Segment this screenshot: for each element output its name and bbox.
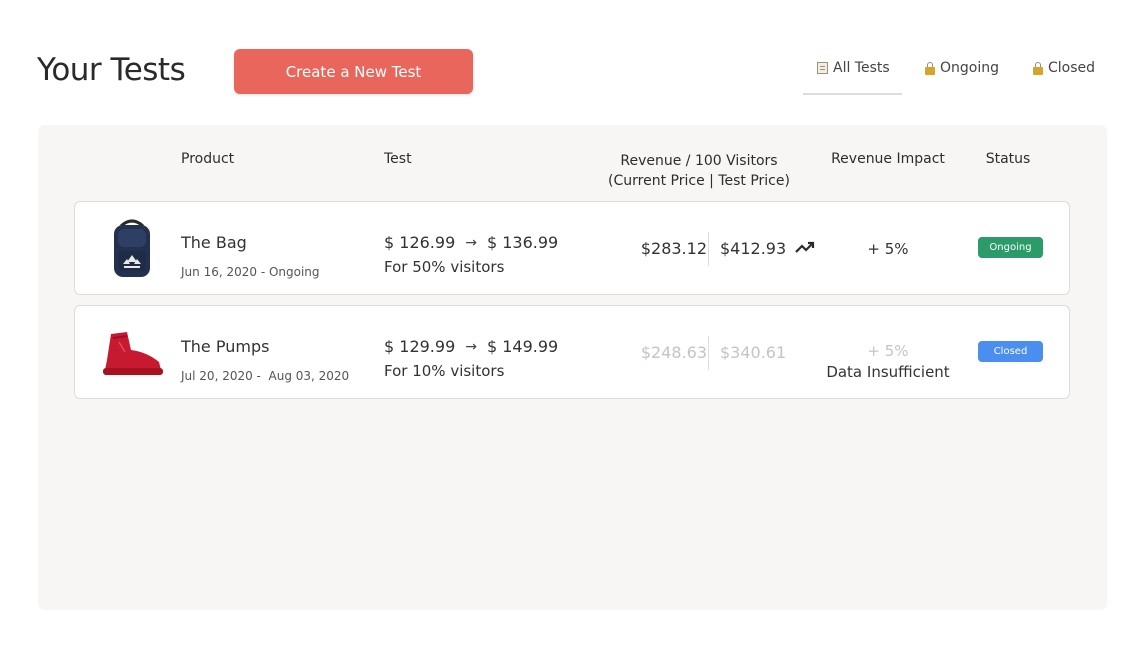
price-change: $ 129.99 → $ 149.99 xyxy=(384,337,558,356)
revenue-impact: + 5% xyxy=(867,342,909,360)
status-badge: Ongoing xyxy=(978,237,1043,258)
test-date: Jul 20, 2020 - Aug 03, 2020 xyxy=(181,369,350,383)
active-tab-underline xyxy=(803,93,902,95)
test-date: Jun 16, 2020 - Ongoing xyxy=(181,265,320,279)
table-row[interactable]: The Pumps Jul 20, 2020 - Aug 03, 2020 $ … xyxy=(74,305,1070,399)
status-badge: Closed xyxy=(978,341,1043,362)
lock-icon xyxy=(925,62,935,75)
tab-all-tests[interactable]: All Tests xyxy=(817,60,890,94)
lock-icon xyxy=(1033,62,1043,75)
revenue-test-price: $340.61 xyxy=(720,343,787,362)
table-row[interactable]: The Bag Jun 16, 2020 - Ongoing $ 126.99 … xyxy=(74,201,1070,295)
revenue-current-price: $248.63 xyxy=(640,343,707,362)
tab-ongoing-label: Ongoing xyxy=(940,60,999,76)
revenue-test-price: $412.93 xyxy=(720,239,787,258)
current-price: $ 129.99 xyxy=(384,337,456,356)
revenue-divider xyxy=(708,232,709,266)
create-new-test-button[interactable]: Create a New Test xyxy=(234,49,473,94)
column-header-revenue-impact: Revenue Impact xyxy=(831,151,945,167)
column-header-revenue-subtitle: (Current Price | Test Price) xyxy=(608,173,790,189)
red-boot-image xyxy=(103,332,163,375)
revenue-current-price: $283.12 xyxy=(640,239,707,258)
product-name: The Bag xyxy=(181,233,247,252)
tab-closed-label: Closed xyxy=(1048,60,1096,76)
tab-all-tests-label: All Tests xyxy=(833,60,890,76)
page-title: Your Tests xyxy=(37,52,186,88)
visitor-share: For 50% visitors xyxy=(384,258,505,276)
price-change: $ 126.99 → $ 136.99 xyxy=(384,233,558,252)
test-price: $ 136.99 xyxy=(486,233,559,252)
current-price: $ 126.99 xyxy=(384,233,456,252)
revenue-impact: + 5% xyxy=(867,240,909,258)
arrow-right-icon: → xyxy=(465,234,477,251)
visitor-share: For 10% visitors xyxy=(384,362,505,380)
test-price: $ 149.99 xyxy=(486,337,559,356)
column-header-test: Test xyxy=(384,151,412,167)
column-header-status: Status xyxy=(985,151,1031,167)
column-header-revenue: Revenue / 100 Visitors (Current Price | … xyxy=(598,151,800,191)
backpack-image xyxy=(114,219,150,277)
tab-ongoing[interactable]: Ongoing xyxy=(925,60,999,94)
column-header-product: Product xyxy=(181,151,235,167)
product-name: The Pumps xyxy=(181,337,270,356)
trending-up-icon xyxy=(795,241,815,253)
tab-closed[interactable]: Closed xyxy=(1033,60,1095,94)
revenue-divider xyxy=(708,336,709,370)
document-icon xyxy=(817,62,828,74)
tests-table-panel: Product Test Revenue / 100 Visitors (Cur… xyxy=(38,125,1107,610)
arrow-right-icon: → xyxy=(465,338,477,355)
impact-note: Data Insufficient xyxy=(826,363,950,381)
column-header-revenue-title: Revenue / 100 Visitors xyxy=(620,153,778,169)
